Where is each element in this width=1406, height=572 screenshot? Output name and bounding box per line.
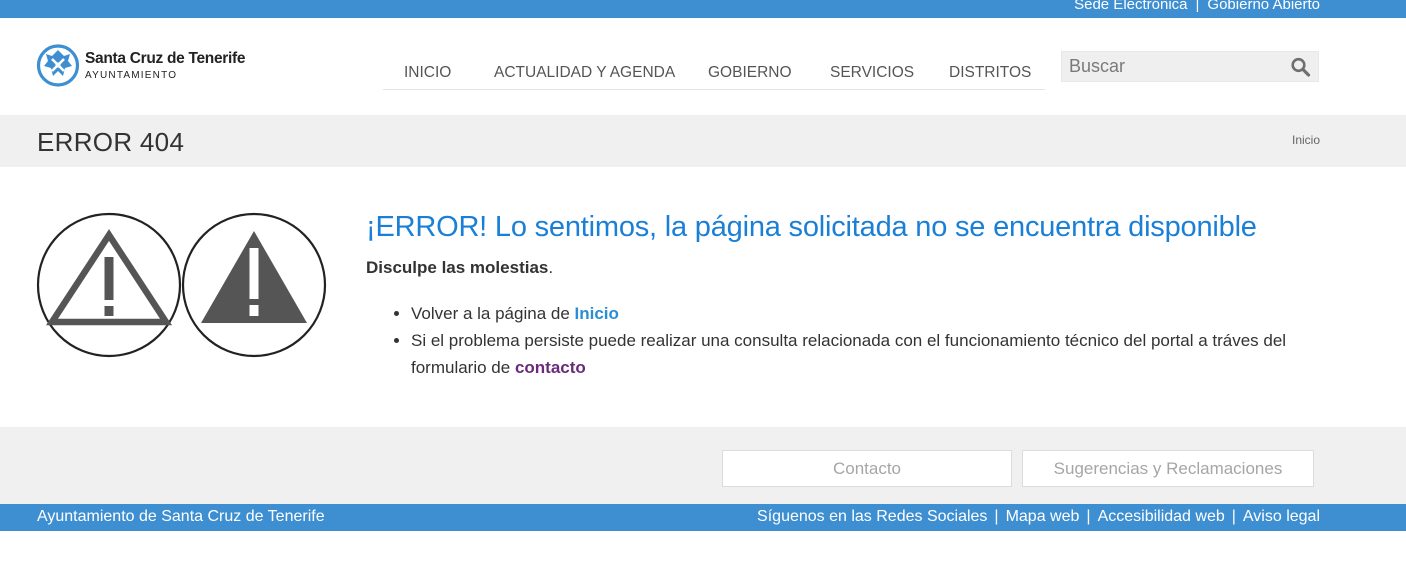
footer-link-redes-sociales[interactable]: Síguenos en las Redes Sociales	[757, 508, 987, 525]
apology-bold: Disculpe las molestias	[366, 258, 549, 277]
footer-copyright: Ayuntamiento de Santa Cruz de Tenerife	[37, 508, 325, 525]
list-item-contact: Si el problema persiste puede realizar u…	[411, 327, 1322, 381]
gobierno-abierto-link[interactable]: Gobierno Abierto	[1207, 0, 1320, 13]
contact-button[interactable]: Contacto	[722, 450, 1012, 487]
error-heading: ¡ERROR! Lo sentimos, la página solicitad…	[366, 211, 1257, 243]
top-links: Sede Electrónica | Gobierno Abierto	[1074, 0, 1320, 13]
help-list: Volver a la página de Inicio Si el probl…	[392, 300, 1322, 381]
logo-title: Santa Cruz de Tenerife	[85, 50, 246, 67]
footer-links: Síguenos en las Redes Sociales | Mapa web |…	[757, 508, 1320, 526]
page-title-band: ERROR 404 Inicio	[0, 115, 1406, 167]
nav-item-inicio[interactable]: INICIO	[404, 64, 451, 82]
contacto-link[interactable]: contacto	[515, 358, 586, 377]
footer-link-aviso-legal[interactable]: Aviso legal	[1243, 508, 1320, 525]
main-navigation: INICIO ACTUALIDAD Y AGENDA GOBIERNO SERV…	[383, 56, 1045, 90]
warning-outline-icon	[36, 212, 182, 358]
footer-link-mapa-web[interactable]: Mapa web	[1006, 508, 1080, 525]
site-logo[interactable]: Santa Cruz de Tenerife AYUNTAMIENTO	[36, 42, 256, 92]
city-crest-icon	[36, 44, 80, 87]
list-item-back-home: Volver a la página de Inicio	[411, 300, 1322, 327]
top-separator: |	[1195, 0, 1200, 13]
page-title: ERROR 404	[37, 127, 185, 157]
footer-separator: |	[1231, 508, 1236, 525]
nav-item-actualidad-agenda[interactable]: ACTUALIDAD Y AGENDA	[494, 64, 675, 82]
inicio-link[interactable]: Inicio	[575, 304, 619, 323]
apology-period: .	[548, 258, 554, 277]
sede-electronica-link[interactable]: Sede Electrónica	[1074, 0, 1187, 13]
warning-filled-icon	[181, 212, 327, 358]
logo-subtitle: AYUNTAMIENTO	[85, 70, 178, 81]
suggestions-button[interactable]: Sugerencias y Reclamaciones	[1022, 450, 1314, 487]
footer-link-accesibilidad[interactable]: Accesibilidad web	[1098, 508, 1225, 525]
search-box	[1061, 51, 1319, 82]
nav-item-servicios[interactable]: SERVICIOS	[830, 64, 914, 82]
apology-text: Disculpe las molestias.	[366, 258, 553, 278]
footer-separator: |	[994, 508, 999, 525]
footer-buttons-band: Contacto Sugerencias y Reclamaciones	[0, 427, 1406, 504]
search-input[interactable]	[1062, 52, 1282, 81]
footer-bar: Ayuntamiento de Santa Cruz de Tenerife S…	[0, 504, 1406, 531]
search-icon[interactable]	[1290, 57, 1312, 77]
nav-item-gobierno[interactable]: GOBIERNO	[708, 64, 792, 82]
list-item-text: Volver a la página de	[411, 304, 575, 323]
nav-item-distritos[interactable]: DISTRITOS	[949, 64, 1031, 82]
footer-separator: |	[1086, 508, 1091, 525]
top-utility-bar: Sede Electrónica | Gobierno Abierto	[0, 0, 1406, 18]
breadcrumb-inicio[interactable]: Inicio	[1292, 133, 1320, 147]
